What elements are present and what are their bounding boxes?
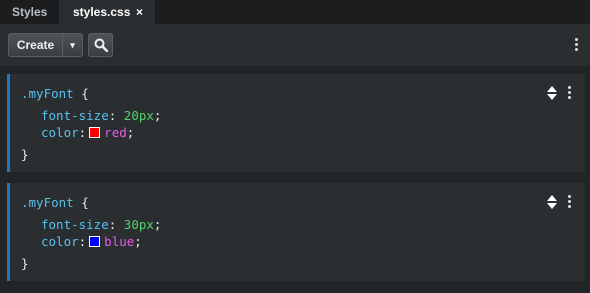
rule-menu-icon[interactable] bbox=[568, 195, 572, 209]
close-brace: } bbox=[21, 147, 29, 162]
property-value[interactable]: red bbox=[104, 125, 127, 140]
declaration-color[interactable]: color: red; bbox=[41, 125, 134, 140]
tab-styles-css-label: styles.css bbox=[73, 5, 131, 19]
close-tab-icon[interactable]: × bbox=[136, 0, 143, 24]
sort-arrows-icon[interactable] bbox=[547, 195, 557, 209]
more-options-icon[interactable] bbox=[575, 38, 579, 52]
declaration-font-size[interactable]: font-size: 30px; bbox=[41, 217, 161, 232]
property-value[interactable]: 20px bbox=[124, 108, 154, 123]
css-rule-card[interactable]: .myFont { font-size: 20px; color: red; } bbox=[7, 74, 585, 172]
rule-header: .myFont { bbox=[21, 195, 89, 210]
property-value[interactable]: blue bbox=[104, 234, 134, 249]
search-icon bbox=[94, 38, 108, 52]
rule-header: .myFont { bbox=[21, 86, 89, 101]
toolbar: Create ▾ bbox=[0, 24, 590, 66]
rule-selector[interactable]: .myFont bbox=[21, 86, 74, 101]
open-brace: { bbox=[81, 86, 89, 101]
color-swatch[interactable] bbox=[89, 236, 101, 247]
rule-menu-icon[interactable] bbox=[568, 86, 572, 100]
search-button[interactable] bbox=[88, 33, 113, 57]
color-swatch[interactable] bbox=[89, 127, 101, 138]
property-name: font-size bbox=[41, 108, 109, 123]
open-brace: { bbox=[81, 195, 89, 210]
css-rule-card[interactable]: .myFont { font-size: 30px; color: blue; } bbox=[7, 183, 585, 281]
tab-styles[interactable]: Styles bbox=[12, 0, 47, 24]
create-button[interactable]: Create bbox=[8, 33, 63, 57]
declaration-font-size[interactable]: font-size: 20px; bbox=[41, 108, 161, 123]
property-name: color bbox=[41, 125, 79, 140]
tab-styles-label: Styles bbox=[12, 5, 48, 19]
sort-arrows-icon[interactable] bbox=[547, 86, 557, 100]
property-value[interactable]: 30px bbox=[124, 217, 154, 232]
property-name: font-size bbox=[41, 217, 109, 232]
tab-styles-css[interactable]: styles.css × bbox=[59, 0, 155, 24]
tab-bar: Styles styles.css × bbox=[0, 0, 590, 24]
declaration-color[interactable]: color: blue; bbox=[41, 234, 142, 249]
rule-selector[interactable]: .myFont bbox=[21, 195, 74, 210]
property-name: color bbox=[41, 234, 79, 249]
create-dropdown-button[interactable]: ▾ bbox=[62, 33, 83, 57]
close-brace: } bbox=[21, 256, 29, 271]
